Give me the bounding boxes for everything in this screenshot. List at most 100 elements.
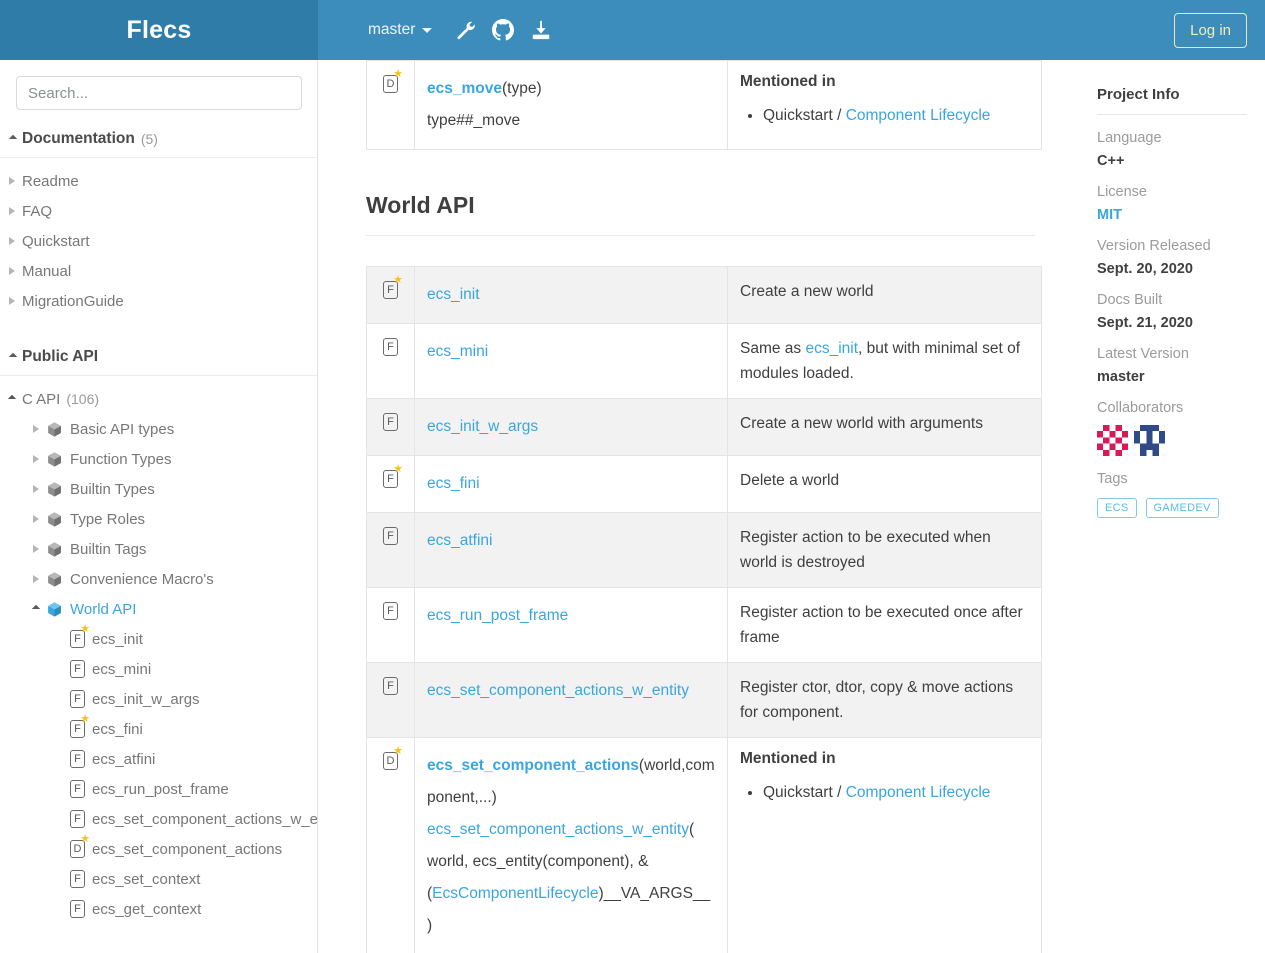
triangle-closed-icon [9, 177, 15, 185]
triangle-closed-icon [9, 207, 15, 215]
collaborator-avatars [1097, 425, 1247, 456]
sidebar-item-world-api[interactable]: World API [0, 594, 317, 624]
avatar[interactable] [1134, 425, 1165, 456]
sidebar-function-ecs-set-component-actions-w-entity[interactable]: F ecs_set_component_actions_w_er [0, 804, 317, 834]
sidebar-function-label: ecs_set_component_actions [92, 840, 283, 858]
sidebar-item-basic-api-types[interactable]: Basic API types [0, 414, 317, 444]
download-icon[interactable] [530, 19, 552, 41]
sidebar-function-ecs-set-context[interactable]: F ecs_set_context [0, 864, 317, 894]
sidebar-item-label: C API [22, 390, 61, 408]
sidebar-item-label: FAQ [22, 202, 53, 220]
sidebar-function-ecs-set-component-actions[interactable]: D ecs_set_component_actions [0, 834, 317, 864]
sidebar-item-manual[interactable]: Manual [0, 256, 317, 286]
login-button[interactable]: Log in [1174, 12, 1247, 48]
row-name-cell: ecs_atfini [414, 512, 728, 588]
sidebar-item-faq[interactable]: FAQ [0, 196, 317, 226]
function-name-link[interactable]: ecs_init_w_args [427, 418, 538, 435]
function-name-link[interactable]: ecs_fini [427, 475, 480, 492]
macro-name-link[interactable]: ecs_set_component_actions [427, 757, 639, 774]
row-desc-cell: Delete a world [727, 455, 1042, 513]
row-name-cell: ecs_mini [414, 323, 728, 399]
sidebar-function-ecs-init-w-args[interactable]: F ecs_init_w_args [0, 684, 317, 714]
macro-expansion-link-2[interactable]: EcsComponentLifecycle [432, 885, 598, 902]
sidebar-function-label: ecs_get_context [92, 900, 202, 918]
sidebar-function-label: ecs_set_context [92, 870, 201, 888]
sidebar-function-ecs-mini[interactable]: F ecs_mini [0, 654, 317, 684]
wrench-icon[interactable] [454, 19, 476, 41]
section-title: Public API [22, 348, 99, 365]
row-name-cell: ecs_set_component_actions(world,componen… [414, 737, 728, 953]
function-name-link[interactable]: ecs_atfini [427, 532, 492, 549]
macro-expansion-link[interactable]: ecs_set_component_actions_w_entity [427, 821, 689, 838]
sidebar-function-ecs-fini[interactable]: F ecs_fini [0, 714, 317, 744]
desc-text: Register action to be executed once afte… [740, 604, 1023, 646]
sidebar-function-label: ecs_init [92, 630, 143, 648]
triangle-closed-icon [33, 425, 39, 433]
search-input[interactable] [16, 76, 302, 110]
table-row: F ecs_init_w_args Create a new world wit… [366, 398, 1042, 456]
sidebar-item-quickstart[interactable]: Quickstart [0, 226, 317, 256]
function-badge-icon: F [70, 870, 85, 888]
function-name-link[interactable]: ecs_run_post_frame [427, 607, 568, 624]
tag-ecs[interactable]: ECS [1097, 498, 1137, 518]
macro-expansion: ecs_set_component_actions_w_entity( worl… [427, 814, 715, 942]
brand-area[interactable]: Flecs [0, 0, 318, 60]
sidebar-function-ecs-init[interactable]: F ecs_init [0, 624, 317, 654]
field-value-docs-built: Sept. 21, 2020 [1097, 315, 1193, 331]
function-badge-icon: F [70, 690, 85, 708]
mentioned-in-list: Quickstart / Component Lifecycle [740, 105, 1029, 127]
sidebar-function-ecs-get-context[interactable]: F ecs_get_context [0, 894, 317, 924]
sidebar-item-label: Builtin Tags [70, 540, 147, 558]
mention-link[interactable]: Component Lifecycle [846, 107, 991, 124]
sidebar-function-ecs-atfini[interactable]: F ecs_atfini [0, 744, 317, 774]
section-header-public-api[interactable]: Public API [0, 342, 317, 376]
project-info-title: Project Info [1097, 86, 1247, 115]
triangle-open-icon [7, 394, 17, 404]
function-badge-icon: F [70, 714, 90, 738]
sidebar-item-type-roles[interactable]: Type Roles [0, 504, 317, 534]
function-name-link[interactable]: ecs_set_component_actions_w_entity [427, 682, 689, 699]
sidebar-item-builtin-tags[interactable]: Builtin Tags [0, 534, 317, 564]
macro-badge-icon: D [383, 746, 403, 770]
tag-list: ECS GAMEDEV [1097, 498, 1247, 518]
triangle-closed-icon [33, 545, 39, 553]
triangle-closed-icon [9, 237, 15, 245]
function-name-link[interactable]: ecs_init [427, 286, 480, 303]
row-name-cell: ecs_fini [414, 455, 728, 513]
cube-icon [46, 541, 63, 558]
row-name-cell: ecs_init_w_args [414, 398, 728, 456]
row-badge-cell: D [366, 737, 415, 953]
desc-text: Register ctor, dtor, copy & move actions… [740, 679, 1014, 721]
field-value-language: C++ [1097, 153, 1125, 169]
github-icon[interactable] [492, 19, 515, 41]
tag-gamedev[interactable]: GAMEDEV [1145, 498, 1219, 518]
field-value-license[interactable]: MIT [1097, 207, 1247, 223]
sidebar-function-label: ecs_atfini [92, 750, 156, 768]
macro-args: (type) [501, 80, 542, 97]
function-name-link[interactable]: ecs_mini [427, 343, 488, 360]
page-title: World API [366, 192, 1035, 236]
triangle-closed-icon [9, 297, 15, 305]
section-count: (5) [140, 131, 158, 147]
triangle-closed-icon [9, 267, 15, 275]
sidebar-item-convenience-macros[interactable]: Convenience Macro's [0, 564, 317, 594]
avatar[interactable] [1097, 425, 1128, 456]
sidebar-item-label: Readme [22, 172, 79, 190]
sidebar-item-function-types[interactable]: Function Types [0, 444, 317, 474]
triangle-closed-icon [33, 455, 39, 463]
section-header-documentation[interactable]: Documentation (5) [0, 124, 317, 158]
desc-text: Same as [740, 340, 806, 357]
sidebar-item-c-api[interactable]: C API (106) [0, 384, 317, 414]
sidebar-item-builtin-types[interactable]: Builtin Types [0, 474, 317, 504]
sidebar-function-ecs-run-post-frame[interactable]: F ecs_run_post_frame [0, 774, 317, 804]
brand-title: Flecs [126, 15, 192, 44]
sidebar-item-migrationguide[interactable]: MigrationGuide [0, 286, 317, 316]
sidebar-item-readme[interactable]: Readme [0, 166, 317, 196]
table-row: F ecs_run_post_frame Register action to … [366, 587, 1042, 663]
branch-dropdown[interactable]: master [368, 21, 433, 39]
row-desc-cell: Register action to be executed when worl… [727, 512, 1042, 588]
desc-link[interactable]: ecs_init [805, 340, 858, 357]
mention-link[interactable]: Component Lifecycle [846, 784, 991, 801]
macro-name-link[interactable]: ecs_move [427, 80, 502, 97]
